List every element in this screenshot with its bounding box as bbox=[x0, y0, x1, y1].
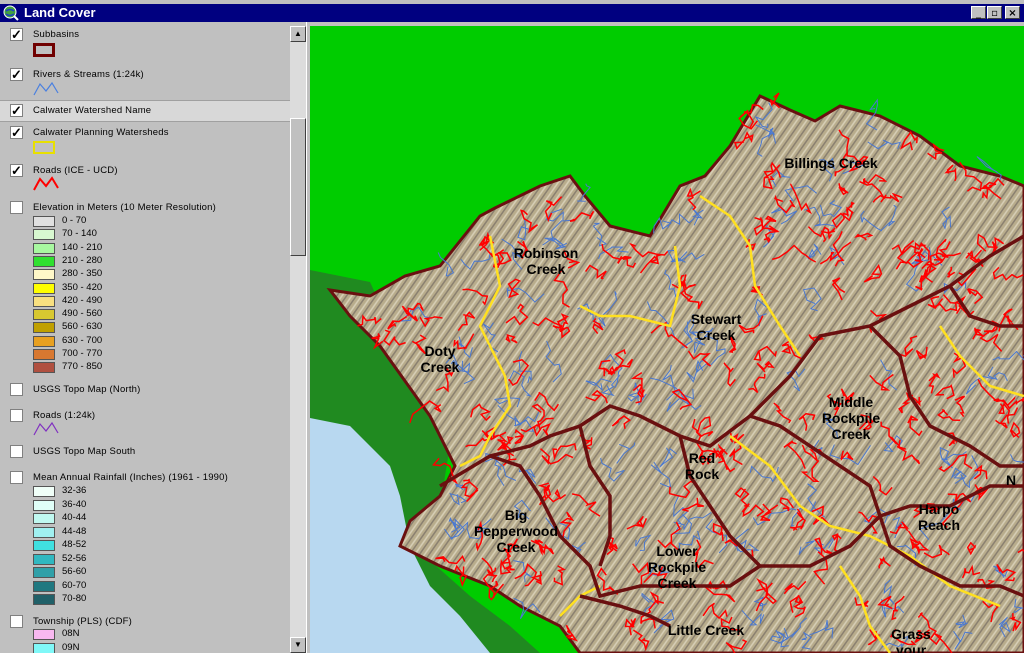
elevation-swatch bbox=[33, 295, 55, 307]
elevation-swatch bbox=[33, 255, 55, 267]
layer-checkbox-subbasins[interactable]: ✓ bbox=[10, 28, 23, 41]
minimize-button[interactable]: _ bbox=[971, 6, 986, 19]
rainfall-swatch bbox=[33, 526, 55, 538]
elevation-swatch bbox=[33, 269, 55, 281]
elevation-class-label: 70 - 140 bbox=[62, 228, 97, 240]
layer-checkbox-topo-north[interactable] bbox=[10, 383, 23, 396]
elevation-class-label: 210 - 280 bbox=[62, 254, 103, 266]
map-label: Stewart Creek bbox=[691, 311, 742, 343]
rainfall-swatch bbox=[33, 553, 55, 565]
globe-icon bbox=[3, 5, 19, 21]
close-button[interactable]: × bbox=[1005, 6, 1020, 19]
rainfall-class-label: 52-56 bbox=[62, 552, 87, 564]
township-swatch bbox=[33, 642, 55, 653]
layer-checkbox-roads-24k[interactable] bbox=[10, 409, 23, 422]
layer-checkbox-rivers[interactable]: ✓ bbox=[10, 68, 23, 81]
elevation-swatch bbox=[33, 349, 55, 360]
layer-checkbox-rainfall[interactable] bbox=[10, 471, 23, 484]
roads-24k-line-symbol bbox=[33, 421, 59, 436]
layer-checkbox-topo-south[interactable] bbox=[10, 445, 23, 458]
rainfall-class-label: 48-52 bbox=[62, 539, 87, 550]
road-line-symbol bbox=[33, 176, 59, 191]
map-label: Doty Creek bbox=[421, 343, 460, 375]
scroll-up-button[interactable]: ▲ bbox=[290, 26, 306, 42]
rainfall-swatch bbox=[33, 486, 55, 497]
rainfall-swatch bbox=[33, 594, 55, 605]
river-line-symbol bbox=[33, 81, 59, 96]
layer-name-rivers: Rivers & Streams (1:24k) bbox=[33, 69, 144, 80]
layer-checkbox-township[interactable] bbox=[10, 615, 23, 628]
map-label: Harpo Reach bbox=[918, 501, 960, 533]
elevation-swatch bbox=[33, 362, 55, 374]
layer-checkbox-elevation[interactable] bbox=[10, 201, 23, 214]
rainfall-class-label: 32-36 bbox=[62, 485, 87, 496]
elevation-class-label: 0 - 70 bbox=[62, 215, 87, 226]
map-canvas[interactable]: Billings CreekRobinson CreekStewart CreekD… bbox=[310, 26, 1024, 653]
scroll-down-button[interactable]: ▼ bbox=[290, 637, 306, 653]
rainfall-swatch bbox=[33, 580, 55, 592]
elevation-class-label: 700 - 770 bbox=[62, 348, 103, 359]
layer-name-roads-ice: Roads (ICE - UCD) bbox=[33, 165, 118, 176]
elevation-class-label: 350 - 420 bbox=[62, 281, 103, 293]
layer-name-calwater-planning: Calwater Planning Watersheds bbox=[33, 127, 169, 138]
map-label: Grass your bbox=[891, 626, 931, 653]
layer-name-calwater-name: Calwater Watershed Name bbox=[33, 105, 152, 116]
layer-checkbox-calwater-name[interactable]: ✓ bbox=[10, 104, 23, 117]
layer-name-topo-north: USGS Topo Map (North) bbox=[33, 384, 141, 395]
layer-name-township: Township (PLS) (CDF) bbox=[33, 616, 133, 627]
map-view[interactable]: Billings Creek Robinson Creek Stewart Creek D… bbox=[310, 26, 1024, 653]
layer-name-roads-24k: Roads (1:24k) bbox=[33, 410, 96, 421]
planning-watershed-symbol bbox=[33, 141, 55, 154]
township-class-label: 08N bbox=[62, 628, 80, 639]
rainfall-class-label: 36-40 bbox=[62, 498, 87, 510]
layer-name-subbasins: Subbasins bbox=[33, 29, 80, 40]
township-swatch bbox=[33, 629, 55, 640]
layer-checkbox-calwater-planning[interactable]: ✓ bbox=[10, 126, 23, 139]
township-class-label: 09N bbox=[62, 641, 80, 653]
elevation-swatch bbox=[33, 335, 55, 347]
rainfall-class-label: 40-44 bbox=[62, 512, 87, 523]
title-bar: Land Cover _ ▫ × bbox=[0, 4, 1024, 22]
rainfall-swatch bbox=[33, 540, 55, 551]
layer-name-rainfall: Mean Annual Rainfall (Inches) (1961 - 19… bbox=[33, 472, 229, 483]
elevation-swatch bbox=[33, 322, 55, 334]
window-title: Land Cover bbox=[24, 5, 96, 20]
elevation-class-label: 770 - 850 bbox=[62, 361, 103, 373]
elevation-class-label: 630 - 700 bbox=[62, 334, 103, 346]
subbasin-symbol bbox=[33, 43, 55, 57]
map-label: Billings Creek bbox=[784, 155, 878, 171]
scroll-thumb[interactable] bbox=[290, 118, 306, 256]
elevation-class-label: 280 - 350 bbox=[62, 268, 103, 280]
map-label: Little Creek bbox=[668, 622, 744, 638]
rainfall-class-label: 60-70 bbox=[62, 579, 87, 591]
rainfall-class-label: 44-48 bbox=[62, 525, 87, 537]
rainfall-swatch bbox=[33, 499, 55, 511]
elevation-swatch bbox=[33, 309, 55, 321]
elevation-swatch bbox=[33, 282, 55, 294]
layer-name-topo-south: USGS Topo Map South bbox=[33, 446, 136, 457]
elevation-swatch bbox=[33, 216, 55, 227]
elevation-class-label: 490 - 560 bbox=[62, 308, 103, 320]
elevation-class-label: 560 - 630 bbox=[62, 321, 103, 333]
rainfall-class-label: 56-60 bbox=[62, 566, 87, 577]
rainfall-swatch bbox=[33, 513, 55, 524]
layer-checkbox-roads-ice[interactable]: ✓ bbox=[10, 164, 23, 177]
toc-vertical-scrollbar[interactable]: ▲ ▼ bbox=[290, 26, 306, 653]
elevation-class-label: 140 - 210 bbox=[62, 241, 103, 253]
table-of-contents: ✓ Subbasins ✓ Rivers & Streams (1:24k) ✓… bbox=[0, 22, 290, 653]
rainfall-swatch bbox=[33, 567, 55, 578]
maximize-button[interactable]: ▫ bbox=[987, 6, 1002, 19]
map-label: N bbox=[1006, 472, 1016, 488]
elevation-class-label: 420 - 490 bbox=[62, 294, 103, 306]
map-label: Red Rock bbox=[685, 450, 719, 482]
layer-name-elevation: Elevation in Meters (10 Meter Resolution… bbox=[33, 202, 216, 213]
elevation-swatch bbox=[33, 229, 55, 241]
elevation-swatch bbox=[33, 242, 55, 254]
rainfall-class-label: 70-80 bbox=[62, 593, 87, 604]
